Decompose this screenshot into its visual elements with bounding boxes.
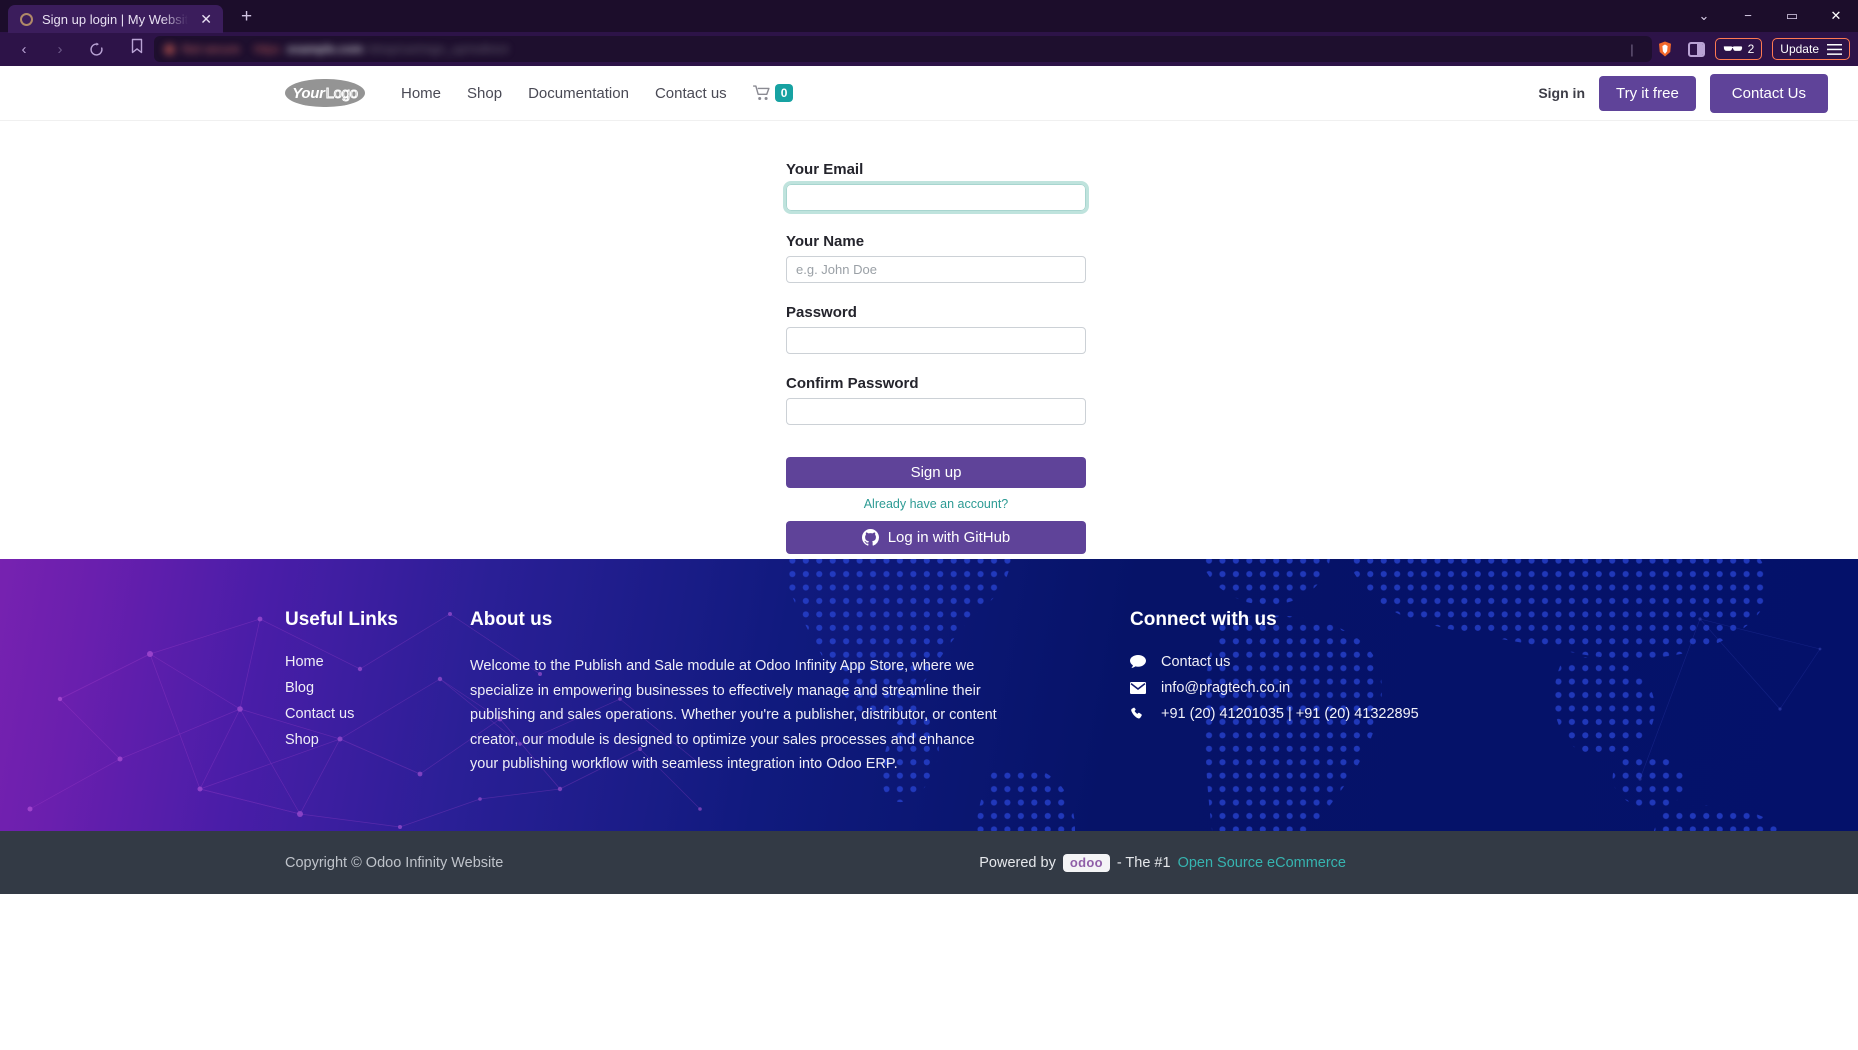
phone-icon	[1130, 707, 1146, 721]
reload-icon[interactable]	[80, 36, 112, 62]
footer-useful-links: Useful Links Home Blog Contact us Shop	[285, 609, 470, 777]
connect-row-contact[interactable]: Contact us	[1130, 654, 1419, 670]
contact-us-button[interactable]: Contact Us	[1709, 73, 1828, 113]
url-security-label: Not secure	[182, 42, 241, 56]
shields-count: 2	[1747, 42, 1755, 56]
back-icon[interactable]: ‹	[8, 36, 40, 62]
name-field[interactable]	[786, 256, 1086, 283]
window-controls: ⌄ − ▭ ✕	[1682, 0, 1858, 32]
url-host: example.com	[287, 42, 364, 56]
browser-tab[interactable]: Sign up login | My Website ✕	[8, 5, 223, 33]
footer-connect: Connect with us Contact us info@pragtech…	[1130, 609, 1419, 777]
connect-contact-label: Contact us	[1161, 654, 1231, 670]
footer-link-home[interactable]: Home	[285, 654, 470, 670]
maximize-icon[interactable]: ▭	[1770, 0, 1814, 32]
connect-phone-label: +91 (20) 41201035 | +91 (20) 41322895	[1161, 706, 1419, 722]
confirm-password-field[interactable]	[786, 398, 1086, 425]
cart-button[interactable]: 0	[752, 84, 794, 102]
powered-by: Powered by odoo - The #1 Open Source eCo…	[979, 853, 1346, 872]
github-login-label: Log in with GitHub	[887, 529, 1011, 546]
tab-title: Sign up login | My Website	[42, 11, 189, 27]
window-close-icon[interactable]: ✕	[1814, 0, 1858, 32]
address-bar[interactable]: Not secure https example.com /shop/cart/…	[154, 36, 1652, 62]
github-login-button[interactable]: Log in with GitHub	[786, 521, 1086, 554]
browser-toolbar: ‹ › Not secure https example.com /shop/c…	[0, 32, 1858, 66]
nav-item-home[interactable]: Home	[401, 85, 441, 102]
footer-link-blog[interactable]: Blog	[285, 680, 470, 696]
url-divider: |	[1630, 41, 1634, 57]
useful-links-heading: Useful Links	[285, 609, 398, 630]
sign-in-link[interactable]: Sign in	[1538, 85, 1585, 101]
nav-item-shop[interactable]: Shop	[467, 85, 502, 102]
tab-search-chevron-icon[interactable]: ⌄	[1682, 0, 1726, 32]
browser-chrome: Sign up login | My Website ✕ + ⌄ − ▭ ✕ ‹…	[0, 0, 1858, 66]
minimize-icon[interactable]: −	[1726, 0, 1770, 32]
copyright-bar: Copyright © Odoo Infinity Website Powere…	[0, 831, 1858, 894]
brave-shields-icon[interactable]	[1656, 40, 1674, 58]
email-field[interactable]	[783, 181, 1089, 214]
comment-icon	[1130, 655, 1146, 669]
envelope-icon	[1130, 682, 1146, 694]
connect-email-label: info@pragtech.co.in	[1161, 680, 1291, 696]
footer-about: About us Welcome to the Publish and Sale…	[470, 609, 1000, 777]
main-navigation: Home Shop Documentation Contact us	[401, 85, 727, 102]
site-header: Your Logo Home Shop Documentation Contact…	[0, 66, 1858, 121]
nav-item-documentation[interactable]: Documentation	[528, 85, 629, 102]
powered-by-label: Powered by	[979, 854, 1056, 871]
footer-content: Useful Links Home Blog Contact us Shop A…	[0, 559, 1858, 777]
site-footer: Useful Links Home Blog Contact us Shop A…	[0, 559, 1858, 831]
github-icon	[861, 529, 879, 546]
confirm-password-label: Confirm Password	[786, 375, 919, 392]
signup-form: Your Email Your Name Password Confirm Pa…	[783, 121, 1089, 554]
sidebar-toggle-icon[interactable]	[1687, 41, 1705, 57]
new-tab-button[interactable]: +	[241, 6, 252, 28]
url-path: /shop/cart/sign_up/redirect	[367, 42, 509, 56]
site-logo[interactable]: Your Logo	[285, 79, 365, 107]
odoo-logo: odoo	[1062, 853, 1110, 872]
tab-strip: Sign up login | My Website ✕ + ⌄ − ▭ ✕	[0, 0, 1858, 33]
already-have-account-link[interactable]: Already have an account?	[786, 497, 1086, 511]
logo-text-logo: Logo	[325, 84, 358, 102]
footer-link-contact-us[interactable]: Contact us	[285, 706, 470, 722]
open-source-ecommerce-link[interactable]: Open Source eCommerce	[1178, 855, 1346, 871]
circle-favicon	[20, 12, 33, 26]
sign-up-button[interactable]: Sign up	[786, 457, 1086, 488]
logo-text-your: Your	[292, 84, 325, 102]
about-heading: About us	[470, 609, 553, 630]
name-label: Your Name	[786, 233, 865, 250]
forward-icon[interactable]: ›	[44, 36, 76, 62]
connect-heading: Connect with us	[1130, 609, 1277, 630]
nav-item-contact-us[interactable]: Contact us	[655, 85, 727, 102]
try-it-free-button[interactable]: Try it free	[1599, 75, 1696, 111]
footer-link-shop[interactable]: Shop	[285, 732, 470, 748]
page-body: Your Email Your Name Password Confirm Pa…	[0, 121, 1858, 559]
bookmark-icon[interactable]	[130, 38, 144, 60]
powered-by-tagline: - The #1	[1116, 854, 1171, 871]
password-field[interactable]	[786, 327, 1086, 354]
url-scheme: https	[254, 42, 281, 56]
about-text: Welcome to the Publish and Sale module a…	[470, 658, 997, 772]
connect-row-email[interactable]: info@pragtech.co.in	[1130, 680, 1419, 696]
site-info-icon	[164, 43, 175, 55]
email-label: Your Email	[786, 161, 864, 178]
toolbar-right: 2 Update	[1687, 38, 1850, 60]
update-button[interactable]: Update	[1772, 38, 1850, 60]
connect-row-phone[interactable]: +91 (20) 41201035 | +91 (20) 41322895	[1130, 706, 1419, 722]
password-label: Password	[786, 304, 857, 321]
copyright-text: Copyright © Odoo Infinity Website	[285, 854, 504, 871]
url-text: Not secure https example.com /shop/cart/…	[164, 42, 509, 56]
close-icon[interactable]: ✕	[197, 10, 215, 28]
shopping-cart-icon	[752, 85, 770, 101]
cart-count-badge: 0	[774, 84, 794, 102]
header-actions: Sign in Try it free Contact Us	[1538, 73, 1828, 113]
update-label: Update	[1780, 42, 1819, 56]
shields-counter[interactable]: 2	[1714, 38, 1763, 60]
